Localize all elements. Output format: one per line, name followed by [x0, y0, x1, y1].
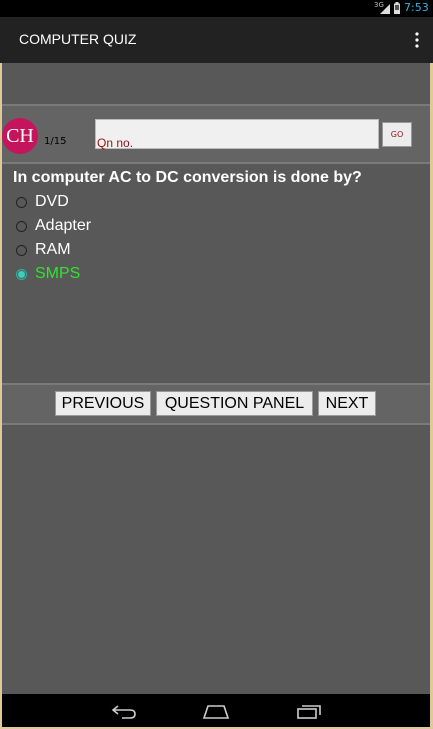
- option-label: RAM: [35, 241, 71, 258]
- option-label: Adapter: [35, 217, 92, 234]
- question-number-input[interactable]: Qn no.: [95, 119, 379, 150]
- previous-button[interactable]: PREVIOUS: [55, 391, 151, 416]
- back-icon[interactable]: [110, 703, 138, 719]
- question-text: In computer AC to DC conversion is done …: [13, 169, 362, 186]
- navigation-bar: PREVIOUS QUESTION PANEL NEXT: [2, 383, 430, 425]
- next-button[interactable]: NEXT: [318, 391, 376, 416]
- question-counter: 1/15: [44, 136, 67, 147]
- avatar: CH: [2, 118, 38, 154]
- system-nav-bar: [2, 694, 430, 727]
- question-panel-button[interactable]: QUESTION PANEL: [156, 391, 313, 416]
- recents-icon[interactable]: [295, 703, 323, 719]
- battery-icon: [394, 2, 400, 14]
- go-button[interactable]: GO: [382, 122, 412, 147]
- app-screen: 3G 7:53 COMPUTER QUIZ CH 1/15 Qn no. GO …: [0, 0, 433, 729]
- signal-icon: [380, 4, 390, 14]
- option-label: SMPS: [35, 265, 81, 282]
- app-bar: COMPUTER QUIZ: [0, 17, 433, 63]
- option-label: DVD: [35, 193, 69, 210]
- app-title: COMPUTER QUIZ: [19, 31, 137, 47]
- status-bar: 3G 7:53: [0, 0, 433, 17]
- radio-icon[interactable]: [16, 221, 27, 232]
- overflow-menu-icon[interactable]: [409, 31, 425, 49]
- home-icon[interactable]: [202, 703, 230, 719]
- radio-icon[interactable]: [16, 197, 27, 208]
- radio-icon[interactable]: [16, 245, 27, 256]
- quiz-header: CH 1/15 Qn no. GO: [2, 104, 430, 164]
- radio-selected-icon[interactable]: [16, 269, 27, 280]
- clock: 7:53: [404, 1, 429, 14]
